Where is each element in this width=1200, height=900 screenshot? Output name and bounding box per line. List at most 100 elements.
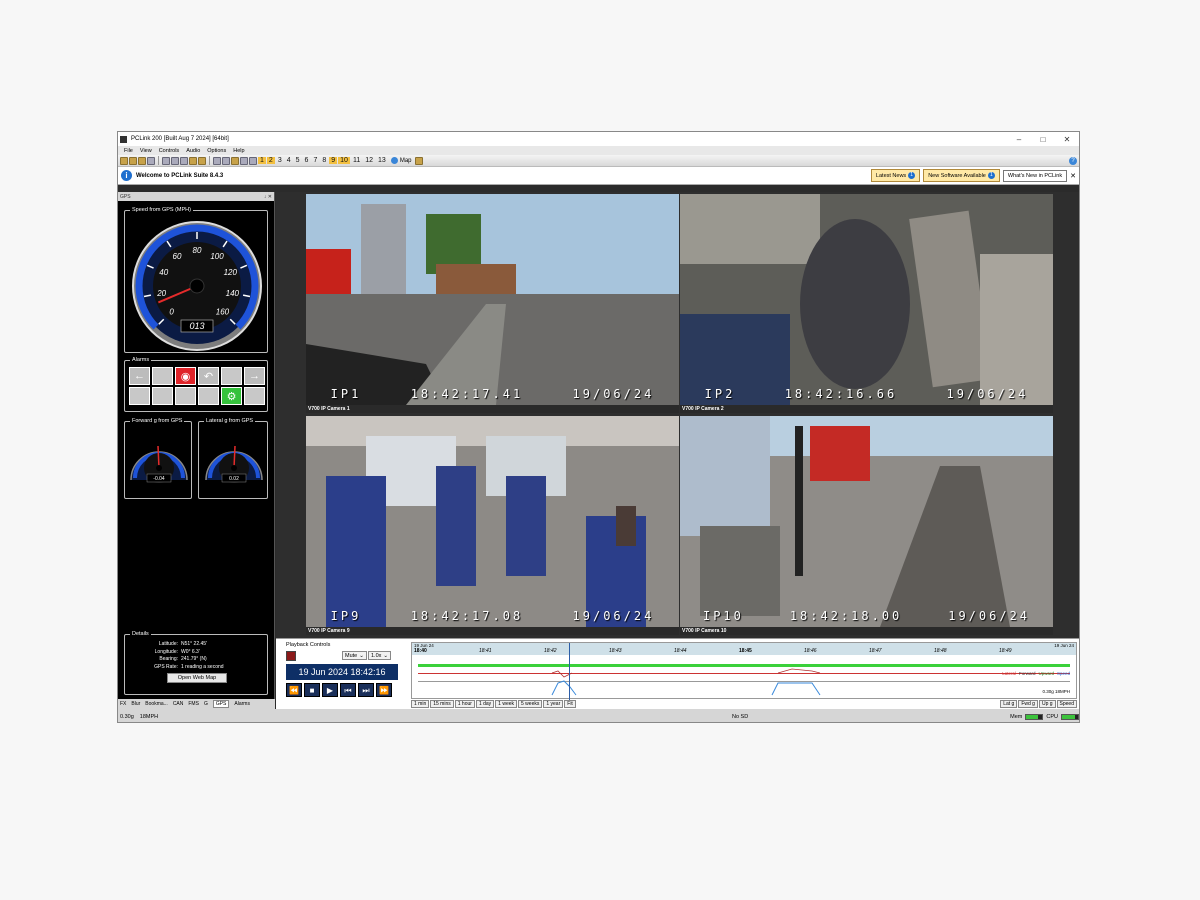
layout-3-button[interactable]: 3 <box>276 157 284 164</box>
tab-fms[interactable]: FMS <box>188 701 199 707</box>
new-software-label: New Software Available <box>928 172 986 179</box>
whats-new-button[interactable]: What's New in PCLink <box>1002 169 1068 182</box>
camera-label-10: V700 IP Camera 10 <box>680 627 1053 635</box>
timeline[interactable]: 19 Jun 24 19 Jun 24 18:40 18:41 18:42 18… <box>411 642 1077 700</box>
channel-up-g[interactable]: Up g <box>1038 700 1056 708</box>
record-icon[interactable] <box>286 651 296 661</box>
camera-view-9[interactable]: IP9 18:42:17.08 19/06/24 V700 IP Camera … <box>306 416 679 635</box>
settings-icon[interactable] <box>180 156 188 165</box>
printer-icon[interactable] <box>213 156 221 165</box>
camera-view-1[interactable]: IP1 18:42:17.41 19/06/24 V700 IP Camera … <box>306 194 679 413</box>
clip-icon[interactable] <box>414 156 423 165</box>
channel-tabs: Lat g Fwd g Up g Speed <box>1000 700 1077 708</box>
layout-strip-icon[interactable] <box>249 156 257 165</box>
tab-gps[interactable]: GPS <box>212 700 230 708</box>
layout-9-button[interactable]: 9 <box>329 157 338 164</box>
help-icon[interactable]: ? <box>1069 156 1077 165</box>
range-1-min[interactable]: 1 min <box>411 700 430 708</box>
new-software-button[interactable]: New Software Available 1 <box>923 169 1000 182</box>
alarm-slot <box>129 387 150 405</box>
camera-view-10[interactable]: IP10 18:42:18.00 19/06/24 V700 IP Camera… <box>680 416 1053 635</box>
range-1-week[interactable]: 1 week <box>495 700 518 708</box>
panel-header: GPS ↓ ✕ <box>118 192 274 201</box>
lateral-g-title: Lateral g from GPS <box>204 418 256 424</box>
layout-5-button[interactable]: 5 <box>294 157 302 164</box>
range-1-year[interactable]: 1 year <box>543 700 564 708</box>
menu-view[interactable]: View <box>140 148 152 154</box>
layout-8-button[interactable]: 8 <box>320 157 328 164</box>
copy-icon[interactable] <box>162 156 170 165</box>
snapshot-icon[interactable] <box>171 156 179 165</box>
speed-readout: 013 <box>189 321 204 331</box>
latitude-label: Latitude: <box>158 641 178 647</box>
layout-grid-icon[interactable] <box>240 156 248 165</box>
channel-fwd-g[interactable]: Fwd g <box>1018 700 1038 708</box>
fast-forward-button[interactable]: ⏩ <box>376 683 392 697</box>
left-indicator-icon: ← <box>129 367 150 385</box>
panel-controls[interactable]: ↓ ✕ <box>264 194 272 200</box>
range-15-mins[interactable]: 15 mins <box>430 700 454 708</box>
camera-view-2[interactable]: IP2 18:42:16.66 19/06/24 V700 IP Camera … <box>680 194 1053 413</box>
range-fit[interactable]: Fit <box>564 700 576 708</box>
speed-trace <box>551 668 821 696</box>
maximize-button[interactable]: □ <box>1031 135 1055 144</box>
mute-select[interactable]: Mute ⌄ <box>342 651 367 660</box>
tab-g[interactable]: G <box>204 701 208 707</box>
channel-lat-g[interactable]: Lat g <box>1000 700 1018 708</box>
layout-2-button[interactable]: 2 <box>266 157 275 164</box>
alarm-slot <box>152 387 173 405</box>
layout-13-button[interactable]: 13 <box>376 157 388 164</box>
layout-1-button[interactable]: 1 <box>258 157 266 164</box>
channel-speed[interactable]: Speed <box>1056 700 1077 708</box>
tab-fx[interactable]: FX <box>120 701 126 707</box>
menu-file[interactable]: File <box>124 148 133 154</box>
tab-alarms[interactable]: Alarms <box>234 701 250 707</box>
open-folder-icon[interactable] <box>120 156 128 165</box>
open-web-map-button[interactable]: Open Web Map <box>167 673 227 683</box>
menu-controls[interactable]: Controls <box>159 148 179 154</box>
range-1-day[interactable]: 1 day <box>475 700 495 708</box>
news-bar: i Welcome to PCLink Suite 8.4.3 Latest N… <box>118 167 1079 185</box>
layout-10-button[interactable]: 10 <box>338 157 350 164</box>
rewind-button[interactable]: ⏪ <box>286 683 302 697</box>
save-icon[interactable] <box>129 156 137 165</box>
playhead[interactable] <box>569 643 570 700</box>
print-icon[interactable] <box>147 156 155 165</box>
step-forward-button[interactable]: ⏭ <box>358 683 374 697</box>
play-button[interactable]: ▶ <box>322 683 338 697</box>
layout-6-button[interactable]: 6 <box>303 157 311 164</box>
close-button[interactable]: ✕ <box>1055 135 1079 144</box>
menu-audio[interactable]: Audio <box>186 148 200 154</box>
alarm-slot <box>198 387 219 405</box>
camera-time: 18:42:17.08 <box>410 609 524 623</box>
tab-blur[interactable]: Blur <box>131 701 140 707</box>
layout-4-button[interactable]: 4 <box>285 157 293 164</box>
camera-osd-2: IP2 18:42:16.66 19/06/24 <box>680 387 1053 401</box>
range-1-hour[interactable]: 1 hour <box>454 700 475 708</box>
sync-icon[interactable] <box>198 156 206 165</box>
cpu-label: CPU <box>1046 713 1058 720</box>
layout-single-icon[interactable] <box>222 156 230 165</box>
tab-bookmarks[interactable]: Bookma... <box>145 701 168 707</box>
export-icon[interactable] <box>138 156 146 165</box>
minimize-button[interactable]: – <box>1007 135 1031 144</box>
menu-bar: File View Controls Audio Options Help <box>118 146 1079 155</box>
layout-12-button[interactable]: 12 <box>363 157 375 164</box>
layout-7-button[interactable]: 7 <box>311 157 319 164</box>
speed-select[interactable]: 1.0x ⌄ <box>368 651 392 660</box>
close-news-icon[interactable]: ✕ <box>1070 172 1076 180</box>
stop-button[interactable]: ■ <box>304 683 320 697</box>
forward-g-title: Forward g from GPS <box>130 418 185 424</box>
speed-value: 1.0x <box>371 652 382 659</box>
latest-news-button[interactable]: Latest News 1 <box>870 169 921 182</box>
range-5-weeks[interactable]: 5 weeks <box>518 700 543 708</box>
alarms-title: Alarms <box>130 357 152 363</box>
layout-11-button[interactable]: 11 <box>351 157 362 164</box>
layout-quad-icon[interactable] <box>231 156 239 165</box>
menu-help[interactable]: Help <box>233 148 244 154</box>
step-back-button[interactable]: ⏮ <box>340 683 356 697</box>
menu-options[interactable]: Options <box>207 148 226 154</box>
tab-can[interactable]: CAN <box>173 701 184 707</box>
map-button[interactable]: Map <box>389 157 414 164</box>
refresh-icon[interactable] <box>189 156 197 165</box>
